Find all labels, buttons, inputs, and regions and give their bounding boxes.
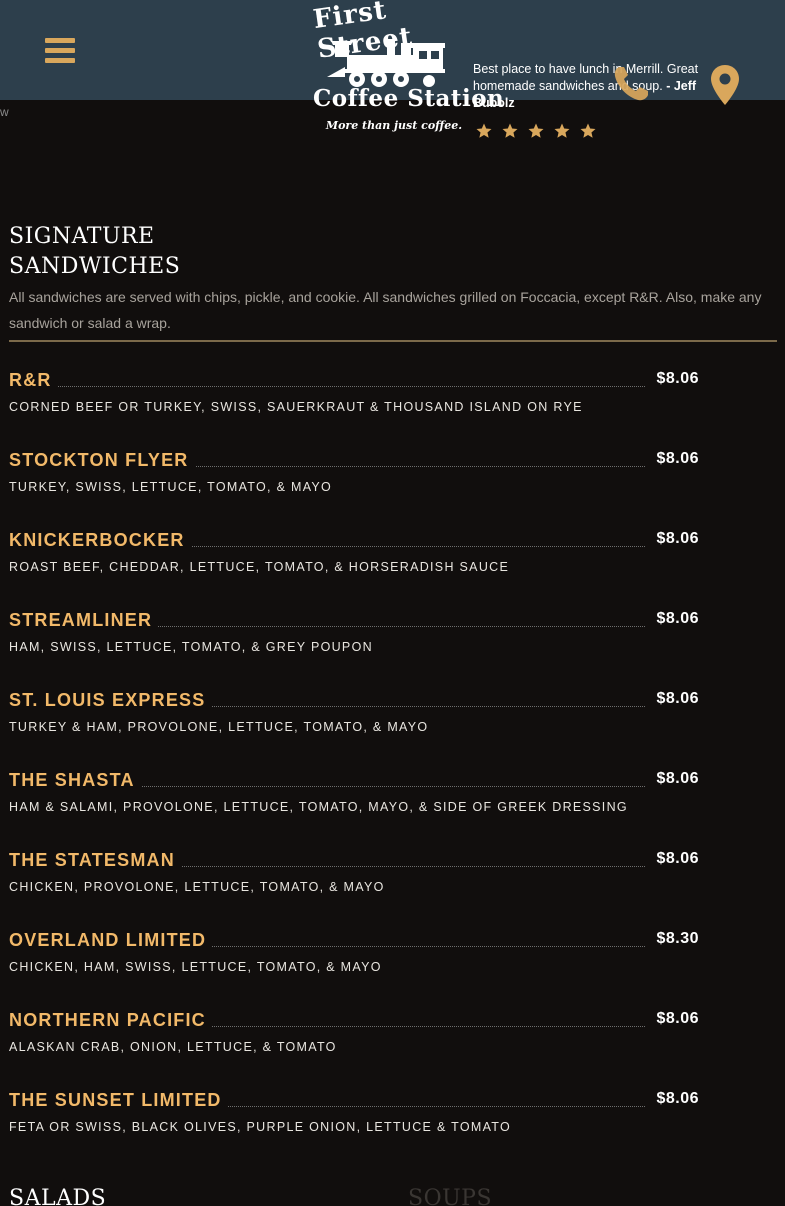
menu-item-name[interactable]: NORTHERN PACIFIC — [9, 1010, 212, 1031]
menu-item-price: $8.06 — [650, 1090, 699, 1108]
menu-item-name[interactable]: KNICKERBOCKER — [9, 530, 191, 551]
section-title-line1: SIGNATURE — [9, 224, 155, 249]
hamburger-menu-icon[interactable] — [45, 38, 75, 63]
menu-item-price: $8.06 — [650, 450, 699, 468]
star-icon — [554, 123, 570, 138]
menu-item-description: Ham, Swiss, Lettuce, Tomato, & Grey Poup… — [9, 640, 373, 654]
star-icon — [502, 123, 518, 138]
menu-item-row: STOCKTON FLYER $8.06 — [9, 450, 699, 474]
menu-item-description: Ham & Salami, Provolone, Lettuce, Tomato… — [9, 800, 628, 814]
menu-item-row: KNICKERBOCKER $8.06 — [9, 530, 699, 554]
menu-item: STOCKTON FLYER $8.06 Turkey, Swiss, Lettuc… — [9, 450, 699, 494]
section-divider — [9, 340, 777, 342]
menu-item: NORTHERN PACIFIC $8.06 Alaskan Crab, Onion… — [9, 1010, 699, 1054]
menu-item-name[interactable]: STOCKTON FLYER — [9, 450, 195, 471]
star-icon — [528, 123, 544, 138]
logo-tagline: More than just coffee. — [325, 119, 463, 132]
menu-item-description: Alaskan Crab, Onion, Lettuce, & Tomato — [9, 1040, 337, 1054]
star-icon — [580, 123, 596, 138]
menu-item-price: $8.06 — [650, 690, 699, 708]
phone-icon[interactable] — [611, 64, 651, 104]
menu-item-price: $8.06 — [650, 770, 699, 788]
menu-item-description: Turkey, Swiss, Lettuce, Tomato, & Mayo — [9, 480, 333, 494]
menu-item-name[interactable]: THE STATESMAN — [9, 850, 181, 871]
menu-item-description: Feta or Swiss, Black Olives, Purple Onio… — [9, 1120, 512, 1134]
map-marker-icon[interactable] — [710, 64, 740, 106]
review-quote: Best place to have lunch in Merrill. Gre… — [473, 62, 699, 93]
menu-item: OVERLAND LIMITED $8.30 Chicken, Ham, Swiss… — [9, 930, 699, 974]
menu-item-description: Chicken, Provolone, Lettuce, Tomato, & M… — [9, 880, 385, 894]
menu-page: w First Street Coffee Station More than … — [0, 0, 785, 1206]
menu-item-price: $8.06 — [650, 850, 699, 868]
price-leader-dots — [49, 386, 645, 387]
menu-item-description: Roast Beef, Cheddar, Lettuce, Tomato, & … — [9, 560, 510, 574]
menu-item-name[interactable]: THE SHASTA — [9, 770, 141, 791]
menu-item-name[interactable]: THE SUNSET LIMITED — [9, 1090, 228, 1111]
menu-item: THE SUNSET LIMITED $8.06 Feta or Swiss, Bl… — [9, 1090, 699, 1134]
menu-item-description: Turkey & Ham, Provolone, Lettuce, Tomato… — [9, 720, 429, 734]
menu-item-price: $8.06 — [650, 610, 699, 628]
menu-item-price: $8.06 — [650, 530, 699, 548]
menu-item-description: Chicken, Ham, Swiss, Lettuce, Tomato, & … — [9, 960, 382, 974]
stray-text: w — [0, 105, 9, 119]
menu-item-price: $8.06 — [650, 370, 699, 388]
menu-item: KNICKERBOCKER $8.06 Roast Beef, Cheddar, L… — [9, 530, 699, 574]
menu-item-row: THE SHASTA $8.06 — [9, 770, 699, 794]
menu-item-row: ST. LOUIS EXPRESS $8.06 — [9, 690, 699, 714]
menu-item-price: $8.06 — [650, 1010, 699, 1028]
site-logo[interactable]: First Street Coffee Station More than ju… — [311, 0, 505, 141]
section-description: All sandwiches are served with chips, pi… — [9, 289, 762, 331]
menu-item-row: THE SUNSET LIMITED $8.06 — [9, 1090, 699, 1114]
menu-item-name[interactable]: R&R — [9, 370, 58, 391]
menu-item-row: R&R $8.06 — [9, 370, 699, 394]
menu-item: STREAMLINER $8.06 Ham, Swiss, Lettuce, Tom… — [9, 610, 699, 654]
menu-item-name[interactable]: ST. LOUIS EXPRESS — [9, 690, 212, 711]
menu-item-price: $8.30 — [650, 930, 699, 948]
menu-item-row: NORTHERN PACIFIC $8.06 — [9, 1010, 699, 1034]
section-title: SIGNATURE SANDWICHES — [9, 222, 259, 282]
menu-item: THE SHASTA $8.06 Ham & Salami, Provolone, … — [9, 770, 699, 814]
train-icon — [327, 39, 445, 87]
customer-review: Best place to have lunch in Merrill. Gre… — [473, 61, 705, 112]
menu-item-name[interactable]: OVERLAND LIMITED — [9, 930, 213, 951]
menu-item-row: THE STATESMAN $8.06 — [9, 850, 699, 874]
menu-item: R&R $8.06 Corned Beef or Turkey, Swiss, Sa… — [9, 370, 699, 414]
menu-item: ST. LOUIS EXPRESS $8.06 Turkey & Ham, Prov… — [9, 690, 699, 734]
salads-heading: SALADS — [9, 1186, 107, 1206]
menu-item: THE STATESMAN $8.06 Chicken, Provolone, Le… — [9, 850, 699, 894]
review-stars — [475, 122, 597, 140]
logo-bottom-text: Coffee Station — [313, 85, 505, 112]
menu-item-name[interactable]: STREAMLINER — [9, 610, 159, 631]
menu-item-row: STREAMLINER $8.06 — [9, 610, 699, 634]
star-icon — [476, 123, 492, 138]
menu-item-description: Corned Beef or Turkey, Swiss, Sauerkraut… — [9, 400, 583, 414]
section-title-line2: SANDWICHES — [9, 254, 181, 279]
menu-item-row: OVERLAND LIMITED $8.30 — [9, 930, 699, 954]
soups-heading: SOUPS — [408, 1186, 493, 1206]
